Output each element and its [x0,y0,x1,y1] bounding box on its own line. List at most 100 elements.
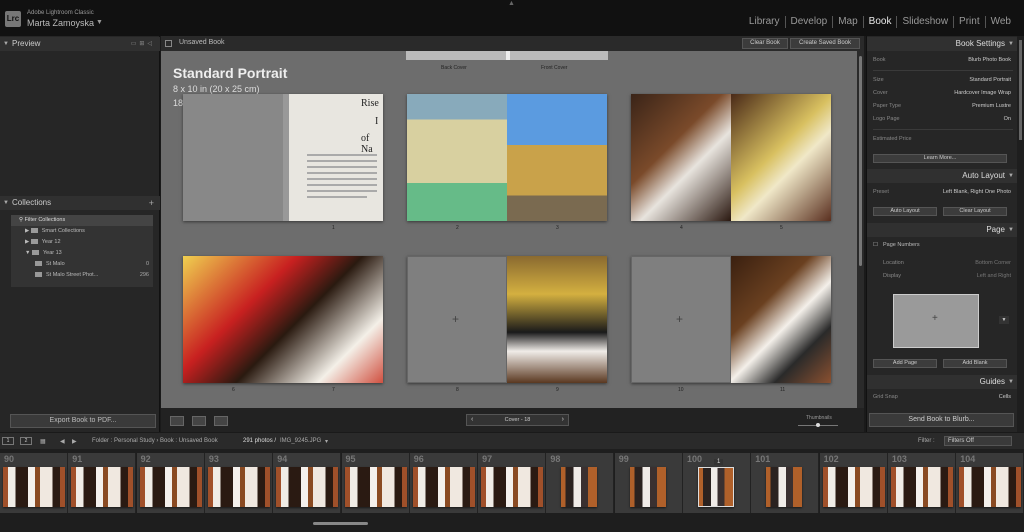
preview-panel-header[interactable]: ▼ Preview ▭⊞◁ [0,37,160,51]
filmstrip-thumbnail[interactable] [3,467,65,507]
preset-row[interactable]: Preset Left Blank, Right One Photo [873,188,1013,197]
collection-item[interactable]: St Malo Street Phot... 296 [11,270,153,281]
add-collection-icon[interactable]: + [149,196,154,210]
page-photo[interactable] [507,94,607,221]
paper-value[interactable]: Premium Lustre [972,102,1011,111]
single-page-view-icon[interactable] [214,416,228,426]
add-photo-icon[interactable]: + [676,312,683,326]
page-empty[interactable]: + [631,256,731,383]
size-row[interactable]: Size Standard Portrait [873,76,1013,85]
module-develop[interactable]: Develop [786,16,834,28]
auto-layout-header[interactable]: Auto Layout ▼ [867,169,1017,183]
filmstrip-cell[interactable]: 92 [136,453,205,513]
display-value[interactable]: Left and Right [977,272,1011,281]
previous-page-icon[interactable]: ‹ [471,415,473,425]
filter-dropdown[interactable]: Filters Off [944,436,1012,446]
page-photo[interactable] [731,94,831,221]
spread-2[interactable] [407,94,607,221]
size-value[interactable]: Standard Portrait [969,76,1011,85]
filmstrip-thumbnail[interactable] [481,467,544,507]
book-settings-header[interactable]: Book Settings ▼ [867,37,1017,51]
user-name[interactable]: Marta Zamoyska [27,18,94,28]
collapse-top-panel-icon[interactable]: ▲ [508,0,515,7]
canvas-scrollbar[interactable] [857,51,864,408]
collection-item[interactable]: ▼ Year 13 [11,248,153,259]
page-photo[interactable] [631,94,731,221]
disclosure-triangle-icon[interactable]: ▼ [25,250,32,256]
right-panel-scrollbar[interactable] [1017,36,1024,432]
grid-icon[interactable]: ▦ [40,438,46,445]
filmstrip-cell[interactable]: 103 [887,453,956,513]
collection-item[interactable]: ▶ Smart Collections [11,226,153,237]
cover-spread[interactable] [406,51,608,60]
current-file[interactable]: IMG_9245.JPG [280,438,321,444]
spread-view-icon[interactable] [192,416,206,426]
filmstrip-cell[interactable]: 102 [819,453,888,513]
spread-1[interactable]: Rise I of Na [183,94,383,221]
module-slideshow[interactable]: Slideshow [897,16,955,28]
spread-6[interactable]: + [631,256,831,383]
filmstrip-thumbnail[interactable]: 1 [698,459,734,507]
file-dropdown-icon[interactable]: ▾ [325,438,328,445]
page-photo[interactable] [507,256,607,383]
paper-row[interactable]: Paper Type Premium Lustre [873,102,1013,111]
filmstrip-cell[interactable]: 101 [751,453,820,513]
grid-snap-value[interactable]: Cells [999,393,1011,402]
page-template-preview[interactable]: + [893,294,979,348]
logo-row[interactable]: Logo Page On [873,115,1013,124]
filmstrip-cell[interactable]: 97 [478,453,547,513]
page-numbers-checkbox[interactable]: ☐ [873,241,878,250]
forward-arrow-icon[interactable]: ▶ [72,438,77,445]
book-type-row[interactable]: Book Blurb Photo Book [873,56,1013,65]
filmstrip-thumbnail[interactable] [959,467,1022,507]
filmstrip-thumbnail[interactable] [822,467,885,507]
filmstrip-thumbnail[interactable] [890,467,953,507]
display-row[interactable]: Display Left and Right [873,272,1013,281]
module-print[interactable]: Print [954,16,986,28]
export-book-button[interactable]: Export Book to PDF... [10,414,156,428]
grid-snap-row[interactable]: Grid Snap Cells [873,393,1013,402]
filmstrip-cell[interactable]: 91 [68,453,137,513]
collection-item[interactable]: ▶ Year 12 [11,237,153,248]
page-blank[interactable] [183,94,283,221]
cover-row[interactable]: Cover Hardcover Image Wrap [873,89,1013,98]
filmstrip-thumbnail[interactable] [71,467,134,507]
page-panel-header[interactable]: Page ▼ [867,223,1017,237]
spread-3[interactable] [631,94,831,221]
cover-value[interactable]: Hardcover Image Wrap [954,89,1011,98]
module-web[interactable]: Web [986,16,1016,28]
filmstrip-thumbnail[interactable] [561,467,598,507]
location-row[interactable]: Location Bottom Corner [873,259,1013,268]
filmstrip-cell[interactable]: 96 [409,453,478,513]
filmstrip-thumbnail[interactable] [766,467,803,507]
book-type-value[interactable]: Blurb Photo Book [968,56,1011,65]
collection-item[interactable]: St Malo 0 [11,259,153,270]
collections-panel-header[interactable]: ▼ Collections + [0,196,160,210]
filmstrip-scrollbar[interactable] [313,522,368,525]
add-page-button[interactable]: Add Page [873,359,937,368]
filmstrip-thumbnail[interactable] [207,467,270,507]
preset-value[interactable]: Left Blank, Right One Photo [943,188,1011,197]
module-map[interactable]: Map [833,16,864,28]
thumbnail-size-slider[interactable] [798,423,838,427]
page-photo[interactable] [407,94,507,221]
filmstrip-cell[interactable]: 100 1 [683,453,751,513]
preview-options-icon[interactable]: ▭⊞◁ [131,37,155,51]
page-empty[interactable]: + [407,256,507,383]
send-book-to-blurb-button[interactable]: Send Book to Blurb... [869,413,1014,427]
clear-layout-button[interactable]: Clear Layout [943,207,1007,216]
filmstrip-cell[interactable]: 104 [956,453,1024,513]
auto-layout-button[interactable]: Auto Layout [873,207,937,216]
filmstrip-thumbnail[interactable] [412,467,475,507]
create-saved-book-button[interactable]: Create Saved Book [790,38,860,49]
second-window-button[interactable]: 2 [20,437,32,445]
filmstrip-cell[interactable]: 99 [614,453,683,513]
filmstrip-cell[interactable]: 94 [273,453,342,513]
spread-5[interactable]: + [407,256,607,383]
filmstrip-cell[interactable]: 93 [204,453,273,513]
scrollbar-thumb[interactable] [1019,40,1022,140]
filmstrip-thumbnail[interactable] [276,467,339,507]
add-blank-button[interactable]: Add Blank [943,359,1007,368]
scrollbar-thumb[interactable] [859,56,862,266]
module-book[interactable]: Book [864,16,898,28]
